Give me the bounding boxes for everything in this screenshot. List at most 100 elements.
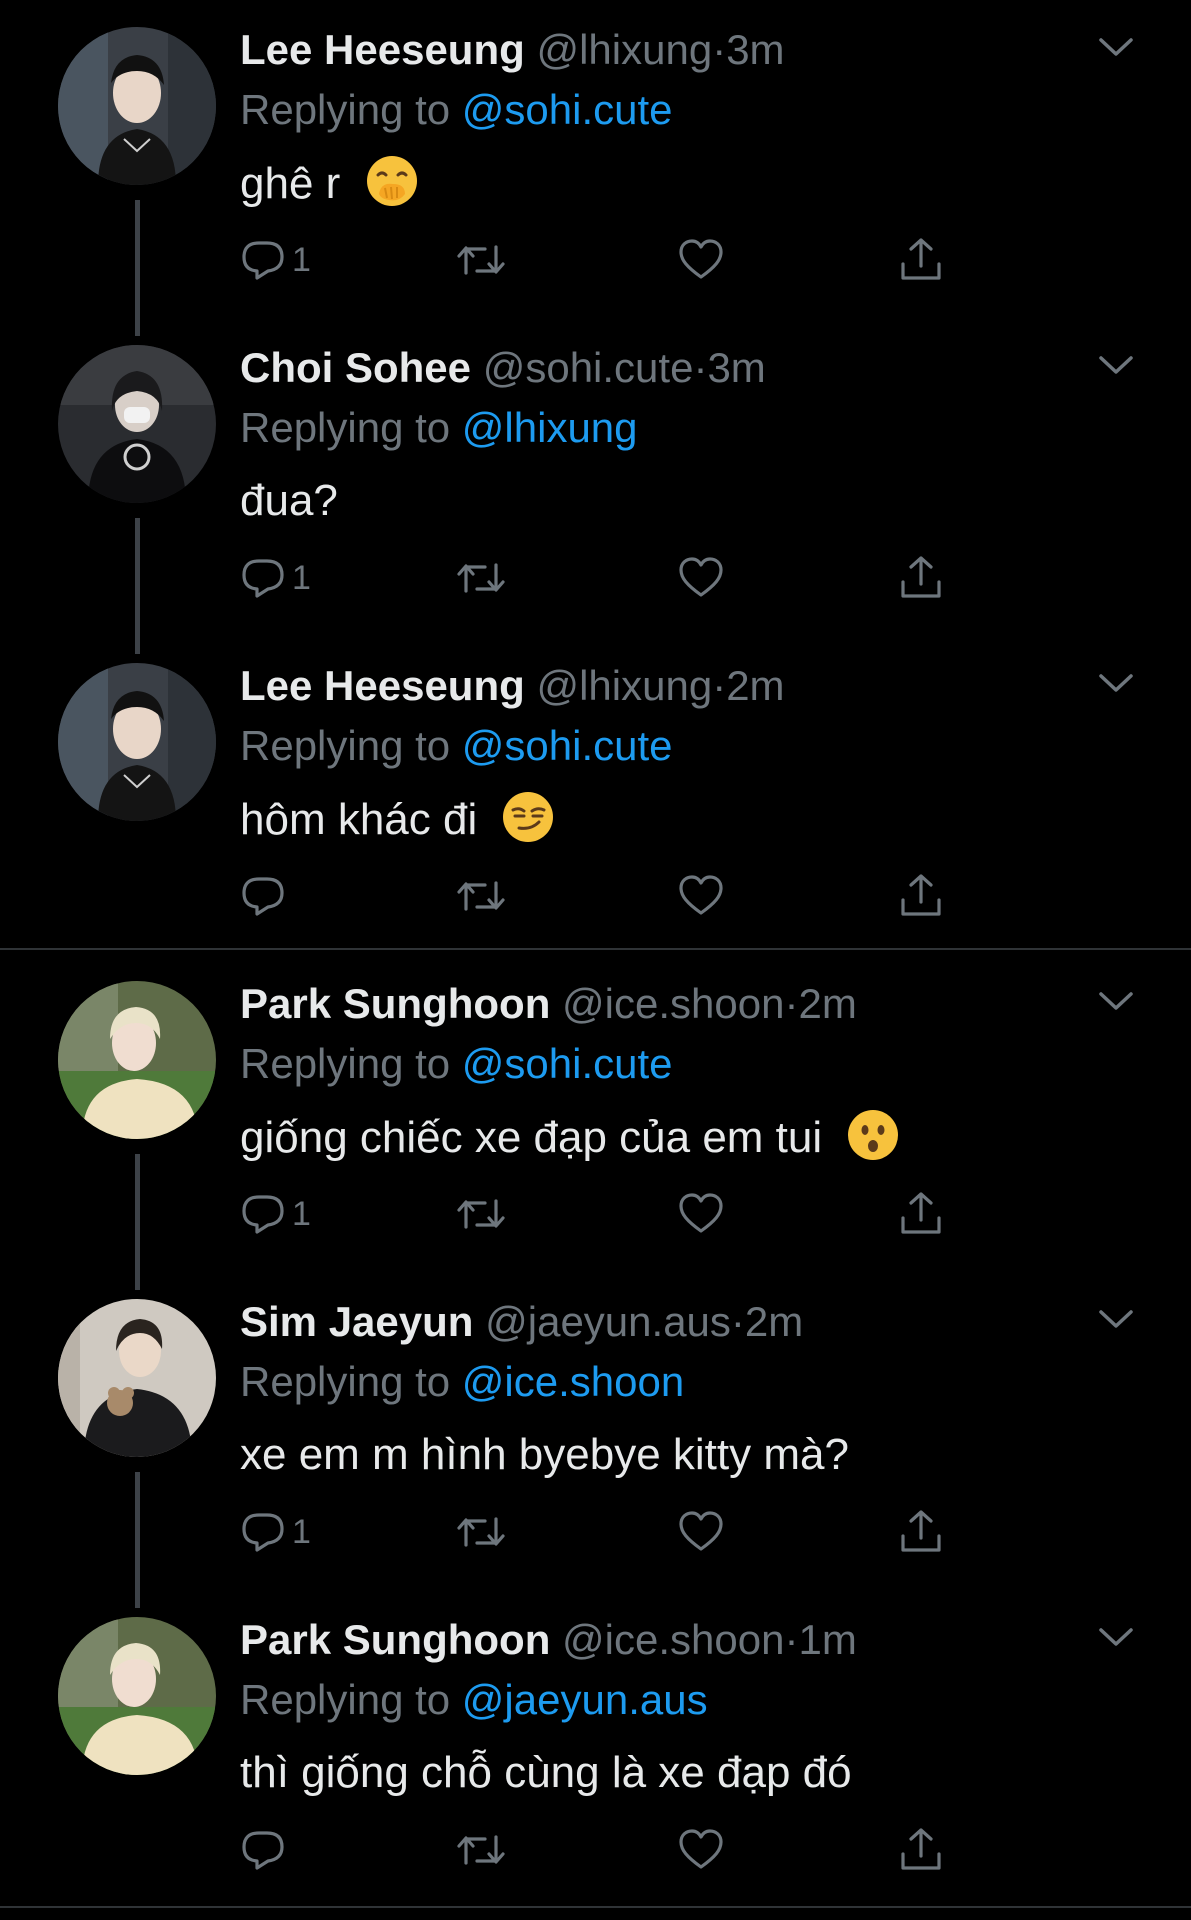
reply-count: 1 xyxy=(292,240,311,279)
retweet-button[interactable] xyxy=(455,1186,507,1242)
replying-prefix: Replying to xyxy=(240,722,462,769)
chevron-down-icon[interactable] xyxy=(1095,986,1137,1016)
timestamp[interactable]: 1m xyxy=(798,1616,856,1663)
timestamp[interactable]: 2m xyxy=(726,662,784,709)
tweet-actions: 1 xyxy=(240,1186,1000,1242)
timestamp[interactable]: 3m xyxy=(726,26,784,73)
face-with-hand-over-mouth-icon xyxy=(366,156,417,206)
chevron-down-icon[interactable] xyxy=(1095,668,1137,698)
timestamp[interactable]: 2m xyxy=(798,980,856,1027)
tweet-text: xe em m hình byebye kitty mà? xyxy=(240,1426,849,1484)
separator-dot: · xyxy=(712,26,727,73)
user-handle[interactable]: @jaeyun.aus xyxy=(485,1298,731,1345)
like-button[interactable] xyxy=(677,1186,725,1242)
tweet-header: Lee Heeseung @lhixung·2m xyxy=(240,658,785,714)
chevron-down-icon[interactable] xyxy=(1095,32,1137,62)
like-button[interactable] xyxy=(677,1822,725,1878)
retweet-button[interactable] xyxy=(455,1822,507,1878)
display-name[interactable]: Choi Sohee xyxy=(240,344,471,391)
tweet-actions xyxy=(240,1822,1000,1878)
user-handle[interactable]: @lhixung xyxy=(536,662,712,709)
mention-link[interactable]: @sohi.cute xyxy=(462,722,673,769)
retweet-icon xyxy=(457,563,505,593)
retweet-button[interactable] xyxy=(455,1504,507,1560)
tweet-header: Lee Heeseung @lhixung·3m xyxy=(240,22,785,78)
share-button[interactable] xyxy=(897,1822,945,1878)
retweet-button[interactable] xyxy=(455,550,507,606)
tweet[interactable]: Park Sunghoon @ice.shoon·1m Replying to … xyxy=(0,1590,1191,1908)
share-button[interactable] xyxy=(897,550,945,606)
tweet[interactable]: Lee Heeseung @lhixung·2m Replying to @so… xyxy=(0,636,1191,954)
separator-dot: · xyxy=(712,662,727,709)
reply-button[interactable] xyxy=(240,1822,292,1878)
reply-button[interactable]: 1 xyxy=(240,1504,311,1560)
like-button[interactable] xyxy=(677,868,725,924)
user-handle[interactable]: @lhixung xyxy=(536,26,712,73)
timestamp[interactable]: 3m xyxy=(707,344,765,391)
display-name[interactable]: Sim Jaeyun xyxy=(240,1298,473,1345)
share-icon xyxy=(901,556,941,598)
mention-link[interactable]: @lhixung xyxy=(462,404,638,451)
tweet-text-content: hôm khác đi xyxy=(240,795,478,844)
display-name[interactable]: Park Sunghoon xyxy=(240,1616,550,1663)
avatar[interactable] xyxy=(58,1617,216,1775)
share-button[interactable] xyxy=(897,1186,945,1242)
tweet-header: Sim Jaeyun @jaeyun.aus·2m xyxy=(240,1294,803,1350)
replying-prefix: Replying to xyxy=(240,1358,462,1405)
timestamp[interactable]: 2m xyxy=(745,1298,803,1345)
chevron-down-icon[interactable] xyxy=(1095,350,1137,380)
share-icon xyxy=(901,1828,941,1870)
reply-button[interactable]: 1 xyxy=(240,1186,311,1242)
thread-line xyxy=(135,1472,140,1608)
reply-icon xyxy=(242,1513,284,1552)
avatar[interactable] xyxy=(58,345,216,503)
tweet[interactable]: Sim Jaeyun @jaeyun.aus·2m Replying to @i… xyxy=(0,1272,1191,1608)
display-name[interactable]: Lee Heeseung xyxy=(240,662,525,709)
share-button[interactable] xyxy=(897,232,945,288)
retweet-button[interactable] xyxy=(455,868,507,924)
reply-button[interactable] xyxy=(240,868,292,924)
like-button[interactable] xyxy=(677,1504,725,1560)
reply-button[interactable]: 1 xyxy=(240,550,311,606)
user-handle[interactable]: @ice.shoon xyxy=(562,1616,784,1663)
separator-dot: · xyxy=(730,1298,745,1345)
separator-dot: · xyxy=(693,344,708,391)
user-handle[interactable]: @sohi.cute xyxy=(483,344,694,391)
retweet-icon xyxy=(457,881,505,911)
user-handle[interactable]: @ice.shoon xyxy=(562,980,784,1027)
chevron-down-icon[interactable] xyxy=(1095,1304,1137,1334)
avatar[interactable] xyxy=(58,1299,216,1457)
reply-icon xyxy=(242,1195,284,1234)
chevron-down-icon[interactable] xyxy=(1095,1622,1137,1652)
replying-to: Replying to @sohi.cute xyxy=(240,82,673,138)
avatar[interactable] xyxy=(58,981,216,1139)
share-button[interactable] xyxy=(897,1504,945,1560)
display-name[interactable]: Lee Heeseung xyxy=(240,26,525,73)
tweet[interactable]: Park Sunghoon @ice.shoon·2m Replying to … xyxy=(0,954,1191,1290)
tweet-text: đua? xyxy=(240,472,338,530)
heart-icon xyxy=(679,1193,723,1233)
like-button[interactable] xyxy=(677,550,725,606)
avatar[interactable] xyxy=(58,27,216,185)
mention-link[interactable]: @ice.shoon xyxy=(462,1358,684,1405)
smirking-face-icon xyxy=(503,792,554,842)
mention-link[interactable]: @sohi.cute xyxy=(462,86,673,133)
display-name[interactable]: Park Sunghoon xyxy=(240,980,550,1027)
tweet-header: Park Sunghoon @ice.shoon·2m xyxy=(240,976,857,1032)
avatar[interactable] xyxy=(58,663,216,821)
like-button[interactable] xyxy=(677,232,725,288)
retweet-icon xyxy=(457,1835,505,1865)
replying-prefix: Replying to xyxy=(240,404,462,451)
replying-to: Replying to @sohi.cute xyxy=(240,1036,673,1092)
reply-button[interactable]: 1 xyxy=(240,232,311,288)
mention-link[interactable]: @jaeyun.aus xyxy=(462,1676,708,1723)
tweet-header: Park Sunghoon @ice.shoon·1m xyxy=(240,1612,857,1668)
replying-prefix: Replying to xyxy=(240,1040,462,1087)
share-button[interactable] xyxy=(897,868,945,924)
retweet-button[interactable] xyxy=(455,232,507,288)
tweet-text: hôm khác đi xyxy=(240,790,555,849)
share-icon xyxy=(901,238,941,280)
tweet[interactable]: Choi Sohee @sohi.cute·3m Replying to @lh… xyxy=(0,318,1191,654)
tweet[interactable]: Lee Heeseung @lhixung·3m Replying to @so… xyxy=(0,0,1191,336)
mention-link[interactable]: @sohi.cute xyxy=(462,1040,673,1087)
